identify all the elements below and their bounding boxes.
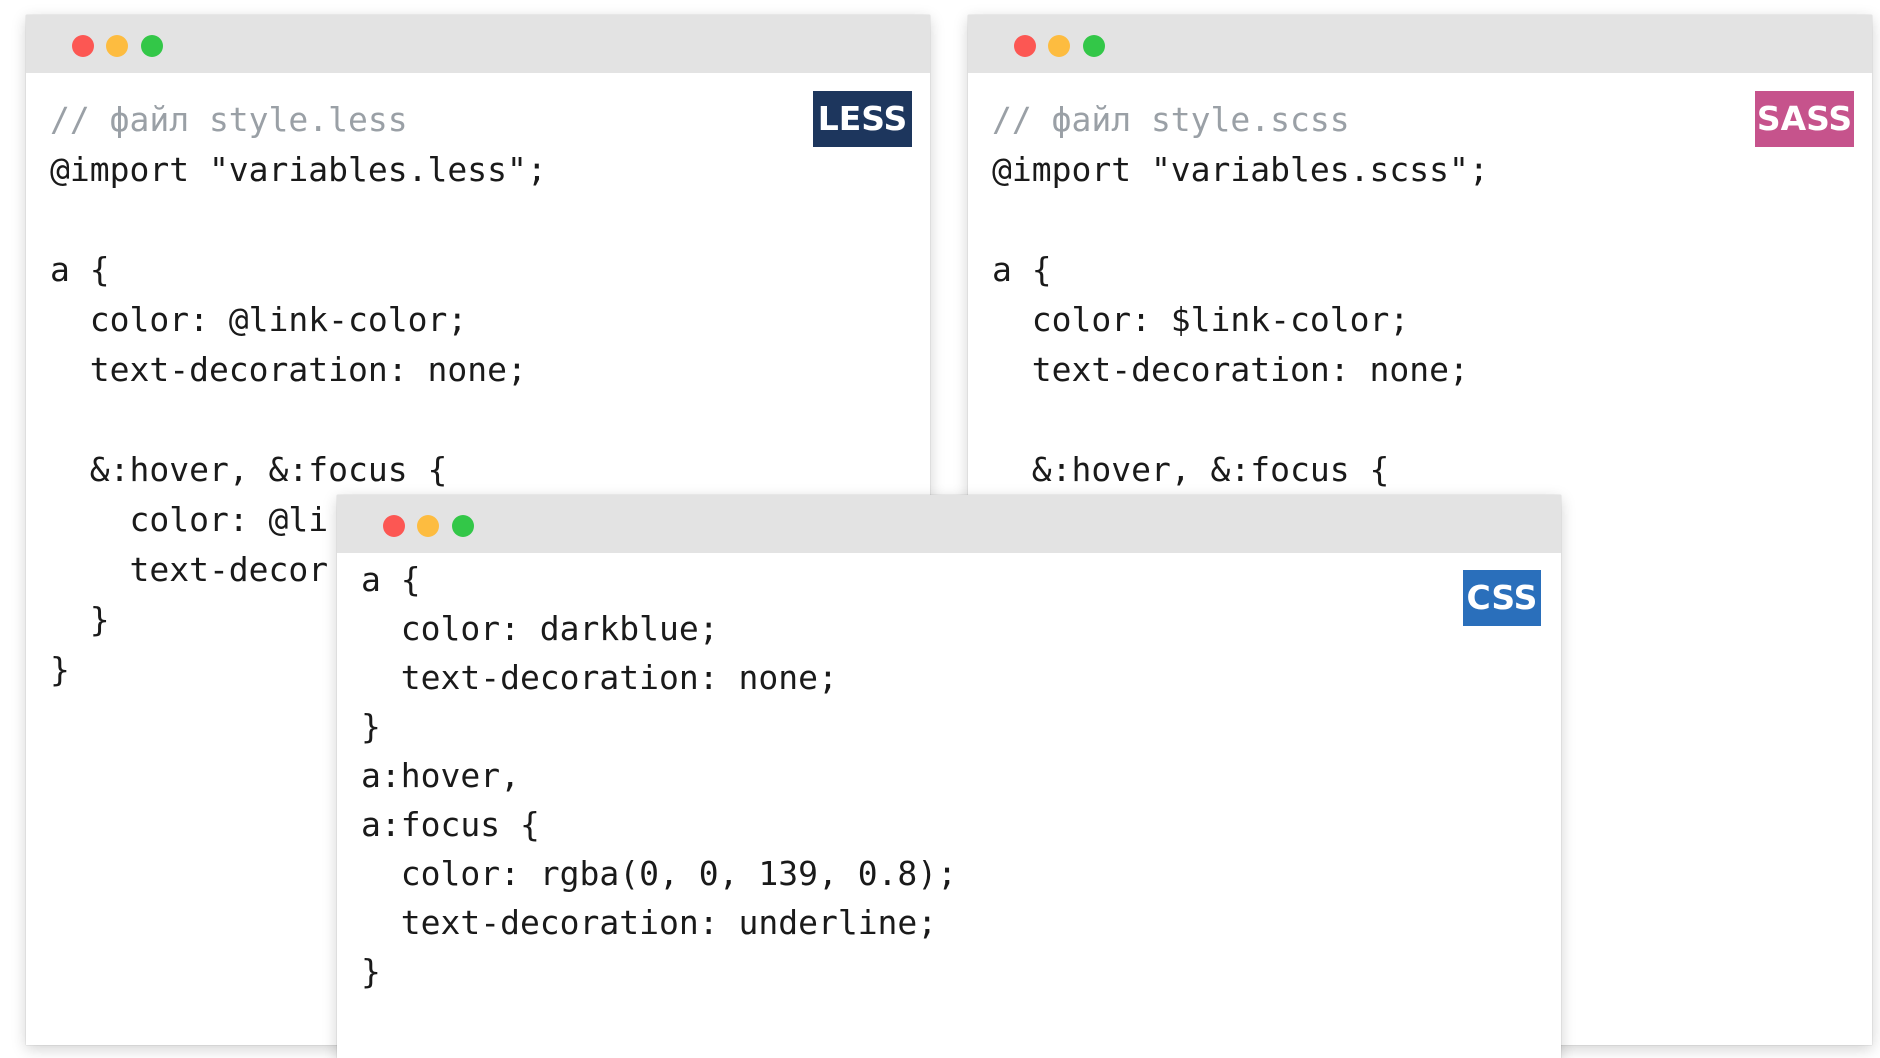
code-line: } (361, 707, 381, 746)
code-line: text-decoration: none; (361, 658, 838, 697)
code-line: @import "variables.less"; (50, 150, 547, 189)
close-window-icon[interactable] (383, 515, 405, 537)
minimize-window-icon[interactable] (417, 515, 439, 537)
maximize-window-icon[interactable] (1083, 35, 1105, 57)
code-comment-line: // файл style.less (50, 100, 408, 139)
css-code-window: CSS a { color: darkblue; text-decoration… (337, 495, 1561, 1058)
code-line: a { (50, 250, 110, 289)
code-line: } (361, 952, 381, 991)
less-window-titlebar (26, 15, 930, 73)
code-line: a:focus { (361, 805, 540, 844)
css-badge: CSS (1463, 570, 1541, 626)
code-line: a { (361, 560, 421, 599)
code-line: text-decoration: none; (50, 350, 527, 389)
code-line: text-decoration: none; (992, 350, 1469, 389)
code-line: color: darkblue; (361, 609, 719, 648)
less-badge: LESS (813, 91, 912, 147)
code-line: a { (992, 250, 1052, 289)
close-window-icon[interactable] (72, 35, 94, 57)
code-line: text-decoration: underline; (361, 903, 938, 942)
code-line: a:hover, (361, 756, 520, 795)
css-code-block: a { color: darkblue; text-decoration: no… (361, 555, 957, 996)
sass-badge: SASS (1755, 91, 1854, 147)
code-line: color: @link-color; (50, 300, 468, 339)
maximize-window-icon[interactable] (141, 35, 163, 57)
code-line: color: rgba(0, 0, 139, 0.8); (361, 854, 958, 893)
sass-window-titlebar (968, 15, 1872, 73)
code-line: color: $link-color; (992, 300, 1410, 339)
minimize-window-icon[interactable] (106, 35, 128, 57)
maximize-window-icon[interactable] (452, 515, 474, 537)
code-line: @import "variables.scss"; (992, 150, 1489, 189)
css-window-titlebar (337, 495, 1561, 553)
code-comment-line: // файл style.scss (992, 100, 1350, 139)
code-line: &:hover, &:focus { (992, 450, 1390, 489)
code-line: &:hover, &:focus { (50, 450, 448, 489)
close-window-icon[interactable] (1014, 35, 1036, 57)
minimize-window-icon[interactable] (1048, 35, 1070, 57)
